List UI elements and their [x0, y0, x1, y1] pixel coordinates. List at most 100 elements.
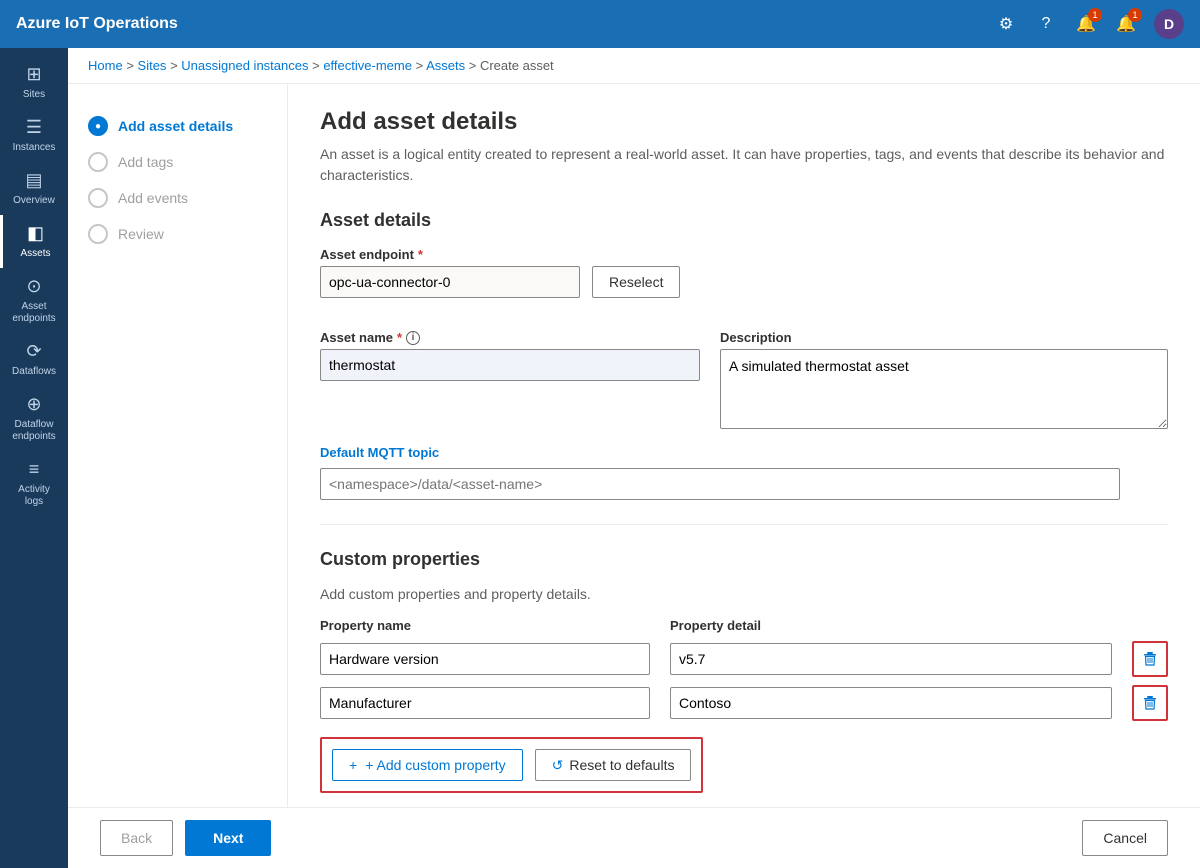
sidebar: ⊞ Sites ☰ Instances ▤ Overview ◧ Assets … — [0, 48, 68, 868]
sidebar-item-sites[interactable]: ⊞ Sites — [0, 56, 68, 109]
asset-endpoint-input[interactable] — [320, 266, 580, 298]
help-icon[interactable]: ? — [1034, 12, 1058, 36]
app-title: Azure IoT Operations — [16, 15, 178, 33]
breadcrumb-sep-1: > — [126, 58, 137, 73]
wizard-step-label-3: Add events — [118, 190, 188, 206]
sidebar-label-activity-logs: Activitylogs — [18, 484, 50, 508]
sidebar-item-dataflow-endpoints[interactable]: ⊕ Dataflowendpoints — [0, 386, 68, 451]
wizard-step-review[interactable]: Review — [88, 216, 267, 252]
form-description: An asset is a logical entity created to … — [320, 144, 1168, 186]
wizard-step-add-events[interactable]: Add events — [88, 180, 267, 216]
delete-prop-button-1[interactable] — [1132, 685, 1168, 721]
breadcrumb-sep-4: > — [416, 58, 427, 73]
plus-icon: + — [349, 757, 357, 773]
dataflows-icon: ⟳ — [26, 341, 41, 362]
breadcrumb-unassigned[interactable]: Unassigned instances — [181, 58, 308, 73]
wizard-step-label-4: Review — [118, 226, 164, 242]
trash-icon-1 — [1142, 695, 1158, 711]
cancel-button[interactable]: Cancel — [1082, 820, 1168, 856]
sidebar-label-dataflows: Dataflows — [12, 366, 56, 378]
breadcrumb-sep-2: > — [170, 58, 181, 73]
asset-endpoint-group: Asset endpoint * Reselect — [320, 247, 1168, 314]
assets-icon: ◧ — [27, 223, 44, 244]
trash-icon-0 — [1142, 651, 1158, 667]
breadcrumb-sep-5: > — [469, 58, 480, 73]
mqtt-topic-input[interactable] — [320, 468, 1120, 500]
asset-name-input[interactable] — [320, 349, 700, 381]
sidebar-item-instances[interactable]: ☰ Instances — [0, 109, 68, 162]
wizard-step-add-asset-details[interactable]: ● Add asset details — [88, 108, 267, 144]
notification-bell-2[interactable]: 🔔 1 — [1114, 12, 1138, 36]
sidebar-item-overview[interactable]: ▤ Overview — [0, 162, 68, 215]
prop-name-col-label: Property name — [320, 618, 650, 633]
user-avatar[interactable]: D — [1154, 9, 1184, 39]
custom-props-desc: Add custom properties and property detai… — [320, 586, 1168, 602]
breadcrumb-effective-meme[interactable]: effective-meme — [323, 58, 412, 73]
form-area: Add asset details An asset is a logical … — [288, 84, 1200, 807]
mqtt-topic-group: Default MQTT topic — [320, 445, 1168, 500]
form-title: Add asset details — [320, 108, 1168, 136]
bell-badge-1: 1 — [1088, 8, 1102, 22]
asset-details-section-title: Asset details — [320, 210, 1168, 231]
wizard-step-circle-2 — [88, 152, 108, 172]
breadcrumb-home[interactable]: Home — [88, 58, 123, 73]
asset-name-required: * — [397, 330, 402, 345]
description-group: Description A simulated thermostat asset — [720, 330, 1168, 429]
reselect-button[interactable]: Reselect — [592, 266, 680, 298]
sidebar-item-dataflows[interactable]: ⟳ Dataflows — [0, 333, 68, 386]
sidebar-item-activity-logs[interactable]: ≡ Activitylogs — [0, 451, 68, 516]
asset-endpoint-label: Asset endpoint * — [320, 247, 1168, 262]
bell-badge-2: 1 — [1128, 8, 1142, 22]
property-row-1 — [320, 685, 1168, 721]
topbar: Azure IoT Operations ⚙ ? 🔔 1 🔔 1 D — [0, 0, 1200, 48]
asset-name-info-icon[interactable]: i — [406, 331, 420, 345]
wizard-step-label-1: Add asset details — [118, 118, 233, 134]
bottom-bar: Back Next Cancel — [68, 807, 1200, 868]
sidebar-label-dataflow-endpoints: Dataflowendpoints — [12, 419, 55, 443]
divider — [320, 524, 1168, 525]
asset-endpoints-icon: ⊙ — [26, 276, 41, 297]
overview-icon: ▤ — [25, 170, 42, 191]
reset-to-defaults-button[interactable]: ↺ Reset to defaults — [535, 749, 692, 781]
breadcrumb-current: Create asset — [480, 58, 554, 73]
settings-icon[interactable]: ⚙ — [994, 12, 1018, 36]
sidebar-label-asset-endpoints: Assetendpoints — [12, 301, 55, 325]
next-button[interactable]: Next — [185, 820, 271, 856]
sidebar-label-sites: Sites — [23, 89, 45, 101]
wizard-step-label-2: Add tags — [118, 154, 173, 170]
wizard-nav: ● Add asset details Add tags Add events … — [68, 84, 288, 807]
prop-detail-input-0[interactable] — [670, 643, 1112, 675]
property-row-0 — [320, 641, 1168, 677]
breadcrumb-sites[interactable]: Sites — [138, 58, 167, 73]
breadcrumb: Home > Sites > Unassigned instances > ef… — [68, 48, 1200, 84]
asset-name-group: Asset name * i — [320, 330, 700, 381]
reset-icon: ↺ — [552, 757, 564, 774]
custom-props-title: Custom properties — [320, 549, 1168, 570]
asset-name-label: Asset name * i — [320, 330, 700, 345]
sites-icon: ⊞ — [26, 64, 41, 85]
delete-prop-button-0[interactable] — [1132, 641, 1168, 677]
sidebar-label-overview: Overview — [13, 195, 55, 207]
back-button[interactable]: Back — [100, 820, 173, 856]
wizard-step-circle-1: ● — [88, 116, 108, 136]
activity-logs-icon: ≡ — [29, 459, 40, 480]
prop-detail-input-1[interactable] — [670, 687, 1112, 719]
content-area: Home > Sites > Unassigned instances > ef… — [68, 48, 1200, 868]
prop-detail-col-label: Property detail — [670, 618, 1168, 633]
wizard-step-add-tags[interactable]: Add tags — [88, 144, 267, 180]
breadcrumb-assets[interactable]: Assets — [426, 58, 465, 73]
notification-bell-1[interactable]: 🔔 1 — [1074, 12, 1098, 36]
add-custom-property-button[interactable]: + + Add custom property — [332, 749, 523, 781]
sidebar-item-asset-endpoints[interactable]: ⊙ Assetendpoints — [0, 268, 68, 333]
description-input[interactable]: A simulated thermostat asset — [720, 349, 1168, 429]
wizard-step-circle-4 — [88, 224, 108, 244]
sidebar-label-assets: Assets — [20, 248, 50, 260]
sidebar-item-assets[interactable]: ◧ Assets — [0, 215, 68, 268]
prop-name-input-0[interactable] — [320, 643, 650, 675]
description-label: Description — [720, 330, 1168, 345]
prop-name-input-1[interactable] — [320, 687, 650, 719]
sidebar-label-instances: Instances — [13, 142, 56, 154]
props-header: Property name Property detail — [320, 618, 1168, 633]
asset-endpoint-row: Reselect — [320, 266, 1168, 298]
wizard-step-circle-3 — [88, 188, 108, 208]
